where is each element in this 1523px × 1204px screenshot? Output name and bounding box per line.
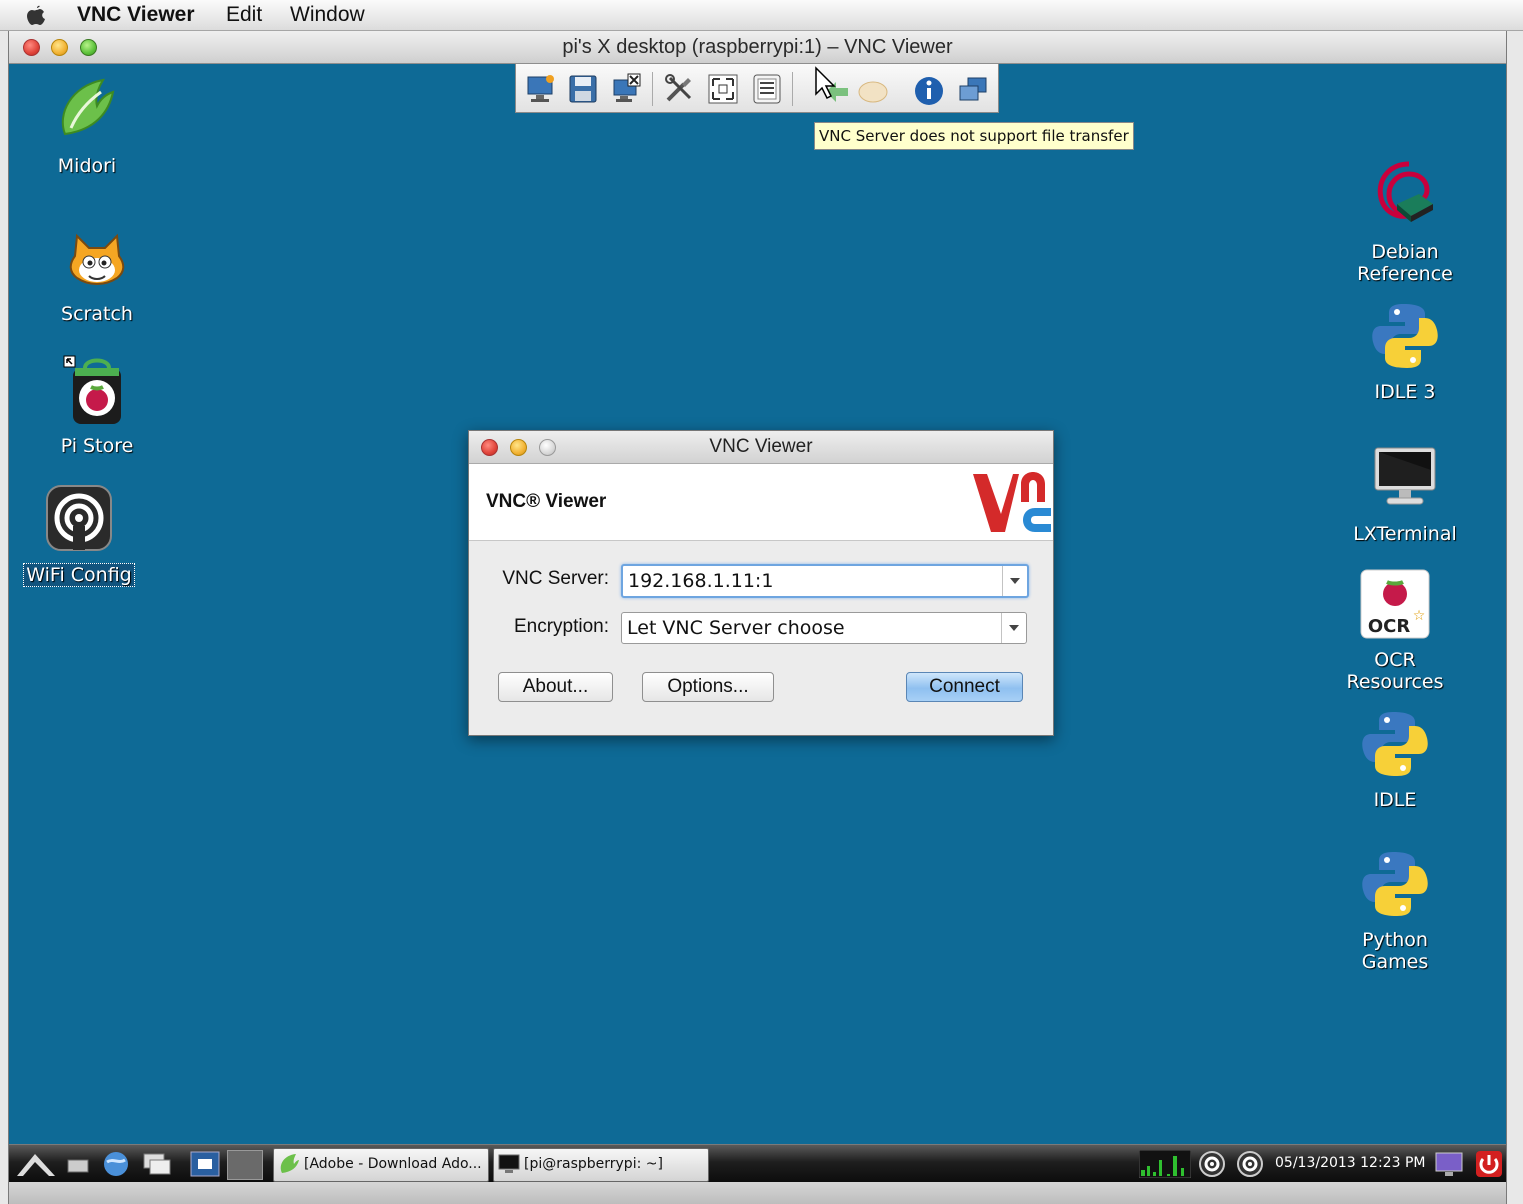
cpu-monitor-icon	[1139, 1150, 1191, 1178]
desktop-icon-label: Midori	[57, 155, 117, 177]
desktop-icon-label: Pi Store	[60, 435, 134, 457]
terminal-icon	[1374, 447, 1436, 505]
midori-icon	[61, 78, 115, 136]
vnc-server-value[interactable]: 192.168.1.11:1	[628, 570, 773, 592]
dialog-header: VNC® Viewer	[469, 464, 1053, 541]
desktop-icon-label: Python Games	[1361, 929, 1429, 973]
desktop-icon-idle-3[interactable]: IDLE 3	[1335, 300, 1475, 403]
desktop-icon-label: WiFi Config	[23, 563, 135, 587]
new-connection-icon[interactable]	[524, 72, 558, 106]
menu-app-name[interactable]: VNC Viewer	[77, 3, 195, 27]
encryption-select[interactable]: Let VNC Server choose	[621, 612, 1027, 644]
window-title: pi's X desktop (raspberrypi:1) – VNC Vie…	[562, 36, 953, 58]
vnc-connect-dialog: VNC Viewer VNC® Viewer VNC Server: 192.1…	[468, 430, 1054, 736]
encryption-value[interactable]: Let VNC Server choose	[627, 617, 845, 639]
web-browser-icon[interactable]	[101, 1150, 131, 1178]
vnc-toolbar	[515, 64, 999, 113]
dialog-titlebar[interactable]: VNC Viewer	[469, 431, 1053, 464]
start-menu-icon[interactable]	[15, 1150, 59, 1178]
about-button[interactable]: About...	[498, 672, 613, 702]
taskbar-item-label: [pi@raspberrypi: ~]	[524, 1156, 663, 1172]
window-titlebar[interactable]: pi's X desktop (raspberrypi:1) – VNC Vie…	[9, 31, 1506, 64]
ctrl-alt-del-icon[interactable]	[750, 72, 784, 106]
new-window-icon[interactable]	[956, 72, 990, 106]
file-transfer-tooltip: VNC Server does not support file transfe…	[814, 122, 1134, 150]
wifi-config-icon	[46, 485, 112, 551]
dialog-title: VNC Viewer	[709, 436, 813, 457]
vnc-server-label: VNC Server:	[502, 568, 609, 589]
screen-lock-icon[interactable]	[1433, 1150, 1465, 1178]
svg-text:OCR: OCR	[1368, 616, 1411, 637]
desktop-icon-label: Debian Reference	[1357, 241, 1453, 285]
svg-text:☆: ☆	[1413, 608, 1426, 624]
scratch-icon	[69, 233, 125, 285]
desktop-icon-ocr-resources[interactable]: OCR ☆ OCR Resources	[1325, 568, 1465, 693]
vnc-brand-label: VNC® Viewer	[486, 491, 607, 512]
logout-power-icon[interactable]	[1475, 1150, 1503, 1178]
desktop-icon-debian-reference[interactable]: Debian Reference	[1335, 160, 1475, 285]
mac-menubar: VNC Viewer Edit Window	[0, 0, 1523, 31]
desktop-icon-label: OCR Resources	[1346, 649, 1444, 693]
desktop-pager-2[interactable]	[227, 1150, 263, 1180]
wifi-status-icon[interactable]	[1235, 1150, 1265, 1178]
vnc-viewer-window: pi's X desktop (raspberrypi:1) – VNC Vie…	[8, 31, 1507, 1204]
desktop-icon-label: LXTerminal	[1353, 523, 1457, 545]
mouse-cursor-icon	[815, 66, 836, 100]
desktop-icon-python-games[interactable]: Python Games	[1325, 848, 1465, 973]
taskbar-item-terminal[interactable]: [pi@raspberrypi: ~]	[493, 1148, 709, 1182]
desktop-icon-pi-store[interactable]: Pi Store	[27, 354, 167, 457]
close-connection-icon[interactable]	[610, 72, 644, 106]
options-tools-icon[interactable]	[662, 72, 696, 106]
desktop-icon-idle[interactable]: IDLE	[1325, 708, 1465, 811]
connect-button[interactable]: Connect	[906, 672, 1023, 702]
vnc-server-combobox[interactable]: 192.168.1.11:1	[621, 564, 1029, 598]
desktop-icon-wifi-config[interactable]: WiFi Config	[9, 482, 149, 587]
desktop-icon-lxterminal[interactable]: LXTerminal	[1335, 442, 1475, 545]
menu-window[interactable]: Window	[290, 3, 365, 27]
python-icon	[1362, 852, 1428, 916]
ocr-icon: OCR ☆	[1360, 569, 1430, 639]
options-button[interactable]: Options...	[642, 672, 774, 702]
remote-desktop[interactable]: VNC Server does not support file transfe…	[9, 64, 1506, 1144]
desktop-icon-label: IDLE	[1373, 789, 1417, 811]
taskbar-clock[interactable]: 05/13/2013 12:23 PM	[1275, 1155, 1425, 1171]
apple-menu-icon[interactable]	[26, 4, 46, 26]
chat-icon[interactable]	[856, 72, 890, 106]
minimize-all-windows-icon[interactable]	[141, 1150, 173, 1178]
midori-icon	[280, 1154, 299, 1173]
pi-store-icon	[63, 355, 121, 424]
terminal-icon	[498, 1154, 520, 1173]
fullscreen-icon[interactable]	[706, 72, 740, 106]
taskbar-item-label: [Adobe - Download Ado...	[304, 1156, 482, 1172]
file-manager-icon[interactable]	[65, 1150, 91, 1178]
vnc-logo-icon	[973, 472, 1051, 532]
desktop-pager-icon[interactable]	[189, 1150, 221, 1178]
lxde-taskbar: [Adobe - Download Ado... [pi@raspberrypi…	[9, 1144, 1506, 1183]
menu-edit[interactable]: Edit	[226, 3, 262, 27]
desktop-icon-label: Scratch	[61, 303, 133, 325]
taskbar-item-browser[interactable]: [Adobe - Download Ado...	[273, 1148, 489, 1182]
desktop-icon-label: IDLE 3	[1374, 381, 1436, 403]
chevron-down-icon[interactable]	[1002, 566, 1027, 596]
python-icon	[1362, 712, 1428, 776]
desktop-icon-midori[interactable]: Midori	[17, 74, 157, 177]
network-icon[interactable]	[1197, 1150, 1227, 1178]
debian-reference-icon	[1377, 161, 1433, 222]
window-bottom-edge	[9, 1182, 1506, 1204]
encryption-label: Encryption:	[513, 616, 609, 637]
desktop-icon-scratch[interactable]: Scratch	[27, 222, 167, 325]
chevron-down-icon[interactable]	[1001, 613, 1026, 643]
save-icon[interactable]	[566, 72, 600, 106]
python-icon	[1372, 304, 1438, 368]
info-icon[interactable]	[912, 72, 946, 106]
